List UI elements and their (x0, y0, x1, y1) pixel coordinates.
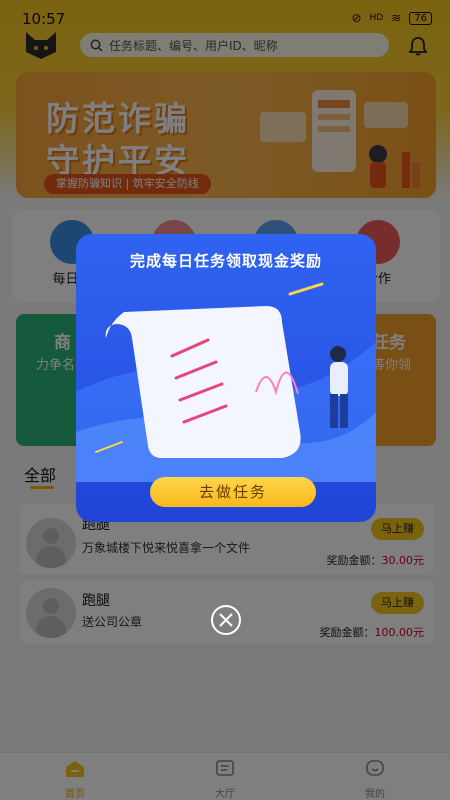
close-icon[interactable] (210, 604, 242, 636)
daily-task-modal: 完成每日任务领取现金奖励 去做任务 (76, 234, 376, 522)
task-scroll-illustration-icon (76, 282, 376, 482)
modal-title: 完成每日任务领取现金奖励 (129, 252, 322, 270)
go-do-task-button[interactable]: 去做任务 (150, 477, 316, 507)
